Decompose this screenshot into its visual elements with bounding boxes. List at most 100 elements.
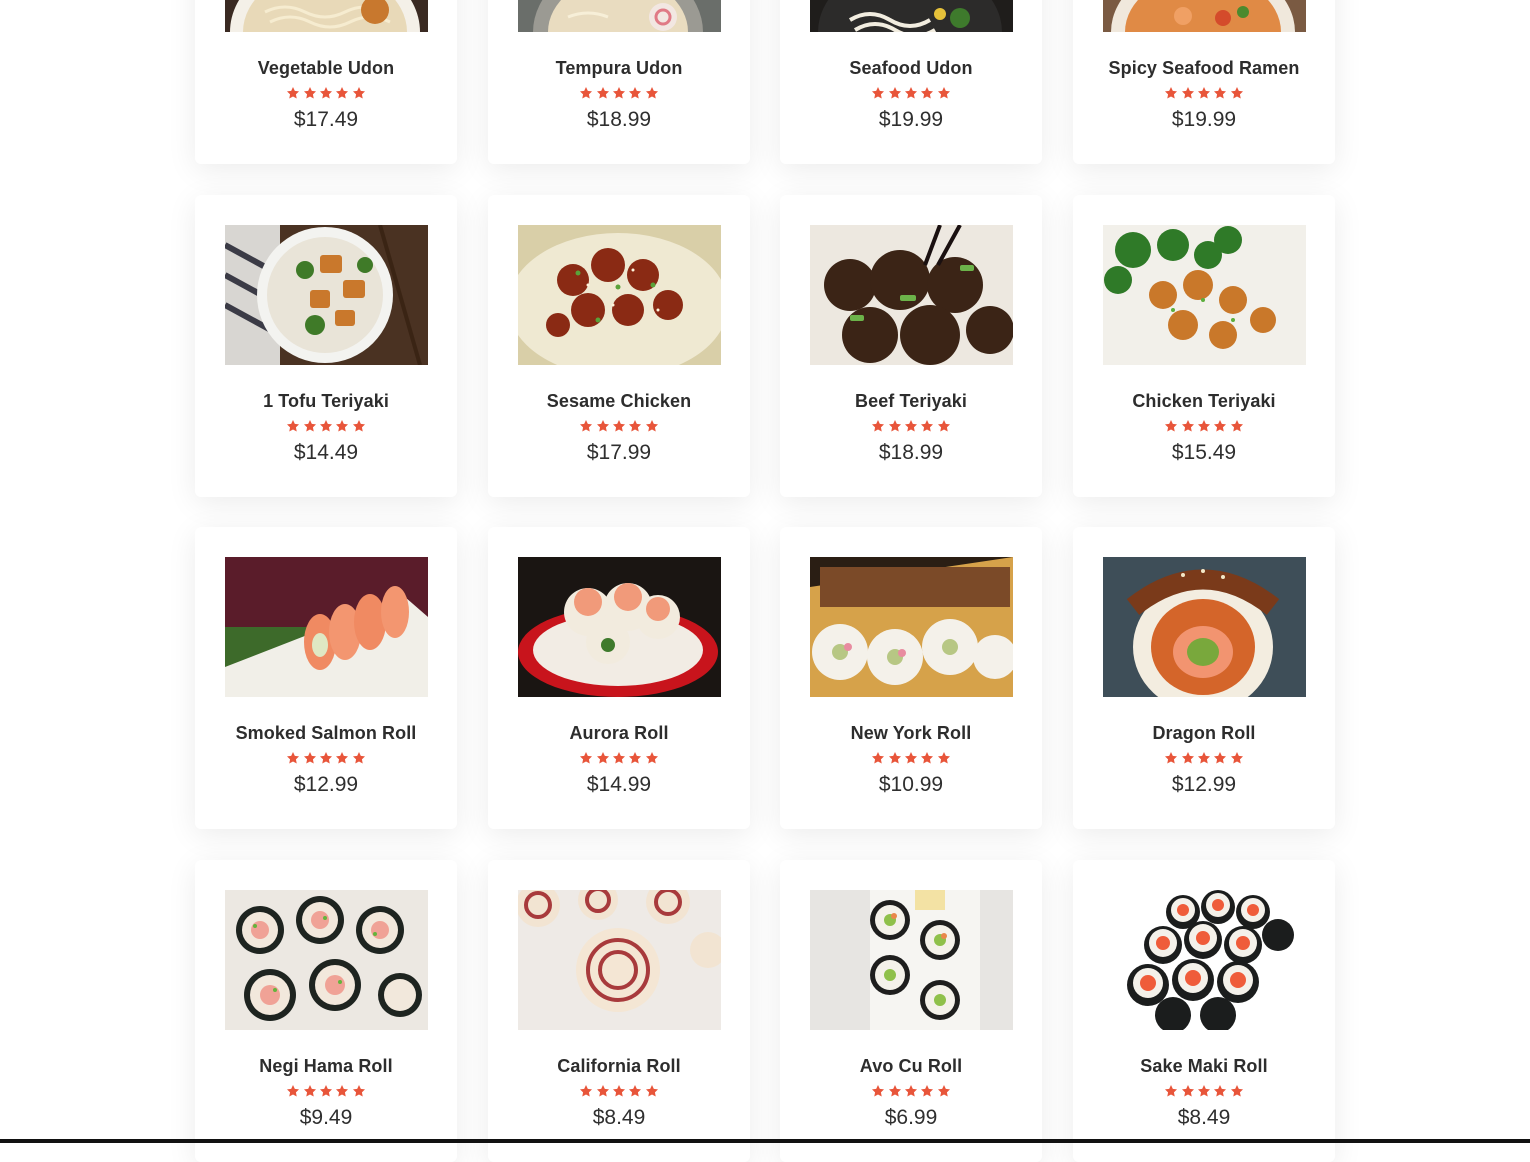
menu-item-card[interactable]: Sake Maki Roll $8.49 [1073, 860, 1335, 1162]
avo-cu-roll-photo[interactable] [810, 890, 1013, 1030]
item-price: $8.49 [592, 1106, 646, 1129]
star-icon [580, 752, 593, 764]
item-name[interactable]: Spicy Seafood Ramen [1073, 58, 1335, 79]
star-icon [629, 87, 642, 99]
star-icon [888, 420, 901, 432]
item-name[interactable]: 1 Tofu Teriyaki [195, 391, 457, 412]
star-icon [612, 87, 626, 99]
tempura-udon-photo[interactable] [518, 0, 721, 32]
item-price: $17.49 [293, 108, 359, 131]
star-icon [1165, 420, 1178, 432]
star-icon [352, 752, 365, 764]
star-icon [1181, 420, 1194, 432]
star-icon [1197, 87, 1211, 99]
item-price: $18.99 [878, 441, 944, 464]
star-icon [596, 752, 609, 764]
item-price: $8.49 [1177, 1106, 1231, 1129]
star-icon [1214, 420, 1227, 432]
menu-item-card[interactable]: Vegetable Udon $17.49 [195, 0, 457, 164]
menu-item-card[interactable]: Smoked Salmon Roll $12.99 [195, 527, 457, 829]
aurora-roll-photo[interactable] [518, 557, 721, 697]
star-icon [1181, 1085, 1194, 1097]
page-bottom-border [0, 1139, 1530, 1143]
star-icon [629, 420, 642, 432]
sesame-chicken-photo[interactable] [518, 225, 721, 365]
star-icon [1214, 1085, 1227, 1097]
star-icon [904, 1085, 918, 1097]
star-icon [336, 1085, 349, 1097]
star-icon [352, 87, 365, 99]
menu-item-card[interactable]: Sesame Chicken $17.99 [488, 195, 750, 497]
star-icon [645, 420, 658, 432]
dragon-roll-photo[interactable] [1103, 557, 1306, 697]
item-price: $6.99 [884, 1106, 938, 1129]
california-roll-photo[interactable] [518, 890, 721, 1030]
star-icon [1197, 1085, 1211, 1097]
star-icon [1214, 87, 1227, 99]
item-price: $14.49 [293, 441, 359, 464]
star-icon [319, 87, 333, 99]
tofu-teriyaki-photo[interactable] [225, 225, 428, 365]
star-icon [645, 87, 658, 99]
item-name[interactable]: Beef Teriyaki [780, 391, 1042, 412]
star-icon [921, 420, 934, 432]
menu-item-card[interactable]: Avo Cu Roll $6.99 [780, 860, 1042, 1162]
negi-hama-roll-photo[interactable] [225, 890, 428, 1030]
rating-stars [195, 419, 457, 433]
item-name[interactable]: California Roll [488, 1056, 750, 1077]
menu-item-card[interactable]: Dragon Roll $12.99 [1073, 527, 1335, 829]
smoked-salmon-roll-photo[interactable] [225, 557, 428, 697]
item-price: $12.99 [1171, 773, 1237, 796]
star-icon [580, 420, 593, 432]
spicy-seafood-ramen-photo[interactable] [1103, 0, 1306, 32]
star-icon [872, 752, 885, 764]
menu-item-card[interactable]: New York Roll $10.99 [780, 527, 1042, 829]
sake-maki-roll-photo[interactable] [1103, 890, 1306, 1030]
star-icon [580, 87, 593, 99]
item-name[interactable]: New York Roll [780, 723, 1042, 744]
rating-stars [1073, 419, 1335, 433]
beef-teriyaki-photo[interactable] [810, 225, 1013, 365]
star-icon [287, 752, 300, 764]
item-name[interactable]: Seafood Udon [780, 58, 1042, 79]
item-name[interactable]: Chicken Teriyaki [1073, 391, 1335, 412]
item-name[interactable]: Avo Cu Roll [780, 1056, 1042, 1077]
item-price: $12.99 [293, 773, 359, 796]
star-icon [1165, 752, 1178, 764]
menu-item-card[interactable]: Spicy Seafood Ramen $19.99 [1073, 0, 1335, 164]
menu-item-card[interactable]: 1 Tofu Teriyaki $14.49 [195, 195, 457, 497]
item-name[interactable]: Smoked Salmon Roll [195, 723, 457, 744]
item-name[interactable]: Negi Hama Roll [195, 1056, 457, 1077]
item-name[interactable]: Vegetable Udon [195, 58, 457, 79]
menu-grid: Vegetable Udon $17.49 Tempura Udon $18.9… [0, 0, 1530, 1162]
new-york-roll-photo[interactable] [810, 557, 1013, 697]
item-price: $18.99 [586, 108, 652, 131]
item-price: $9.49 [299, 1106, 353, 1129]
vegetable-udon-photo[interactable] [225, 0, 428, 32]
menu-item-card[interactable]: Aurora Roll $14.99 [488, 527, 750, 829]
menu-item-card[interactable]: Chicken Teriyaki $15.49 [1073, 195, 1335, 497]
item-name[interactable]: Dragon Roll [1073, 723, 1335, 744]
item-name[interactable]: Sesame Chicken [488, 391, 750, 412]
item-name[interactable]: Aurora Roll [488, 723, 750, 744]
menu-item-card[interactable]: California Roll $8.49 [488, 860, 750, 1162]
seafood-udon-photo[interactable] [810, 0, 1013, 32]
menu-item-card[interactable]: Tempura Udon $18.99 [488, 0, 750, 164]
menu-item-card[interactable]: Beef Teriyaki $18.99 [780, 195, 1042, 497]
menu-item-card[interactable]: Seafood Udon $19.99 [780, 0, 1042, 164]
star-icon [303, 420, 316, 432]
star-icon [1230, 752, 1243, 764]
star-icon [303, 87, 316, 99]
star-icon [352, 1085, 365, 1097]
star-icon [612, 420, 626, 432]
rating-stars [195, 1084, 457, 1098]
star-icon [303, 752, 316, 764]
menu-item-card[interactable]: Negi Hama Roll $9.49 [195, 860, 457, 1162]
star-icon [352, 420, 365, 432]
star-icon [612, 1085, 626, 1097]
star-icon [336, 420, 349, 432]
item-name[interactable]: Tempura Udon [488, 58, 750, 79]
item-name[interactable]: Sake Maki Roll [1073, 1056, 1335, 1077]
star-icon [645, 1085, 658, 1097]
chicken-teriyaki-photo[interactable] [1103, 225, 1306, 365]
